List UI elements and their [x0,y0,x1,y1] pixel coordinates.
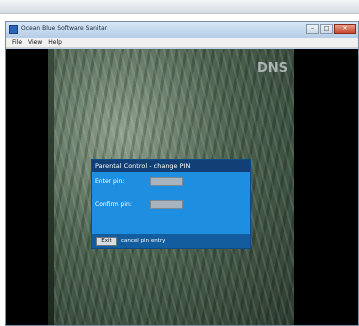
enter-pin-input[interactable] [150,177,183,186]
dialog-footer: Exit cancel pin entry [92,234,250,248]
app-icon [9,25,18,34]
menu-help[interactable]: Help [48,38,62,47]
maximize-icon: □ [323,25,330,32]
confirm-pin-label: Confirm pin: [95,201,132,208]
menubar: File View Help [6,38,358,48]
menu-file[interactable]: File [12,38,22,47]
close-button[interactable]: ✕ [334,24,356,34]
enter-pin-label: Enter pin: [95,178,125,185]
dialog-title: Parental Control - change PIN [92,160,250,172]
parental-control-dialog: Parental Control - change PIN Enter pin:… [91,159,251,249]
minimize-icon: – [311,25,314,32]
exit-hint: cancel pin entry [121,238,166,244]
video-viewport: DNS Parental Control - change PIN Enter … [6,49,358,325]
video-edge [48,49,54,325]
exit-button[interactable]: Exit [96,237,117,246]
channel-logo: DNS [256,61,288,76]
window-titlebar[interactable]: Ocean Blue Software Sanitar – □ ✕ [6,22,358,38]
app-window: Ocean Blue Software Sanitar – □ ✕ File V… [5,21,359,326]
close-icon: ✕ [342,25,348,32]
maximize-button[interactable]: □ [320,24,333,34]
desktop-top-strip [0,0,359,14]
minimize-button[interactable]: – [306,24,319,34]
window-controls: – □ ✕ [306,24,356,35]
confirm-pin-input[interactable] [150,200,183,209]
menu-view[interactable]: View [28,38,42,47]
window-title: Ocean Blue Software Sanitar [21,25,108,32]
